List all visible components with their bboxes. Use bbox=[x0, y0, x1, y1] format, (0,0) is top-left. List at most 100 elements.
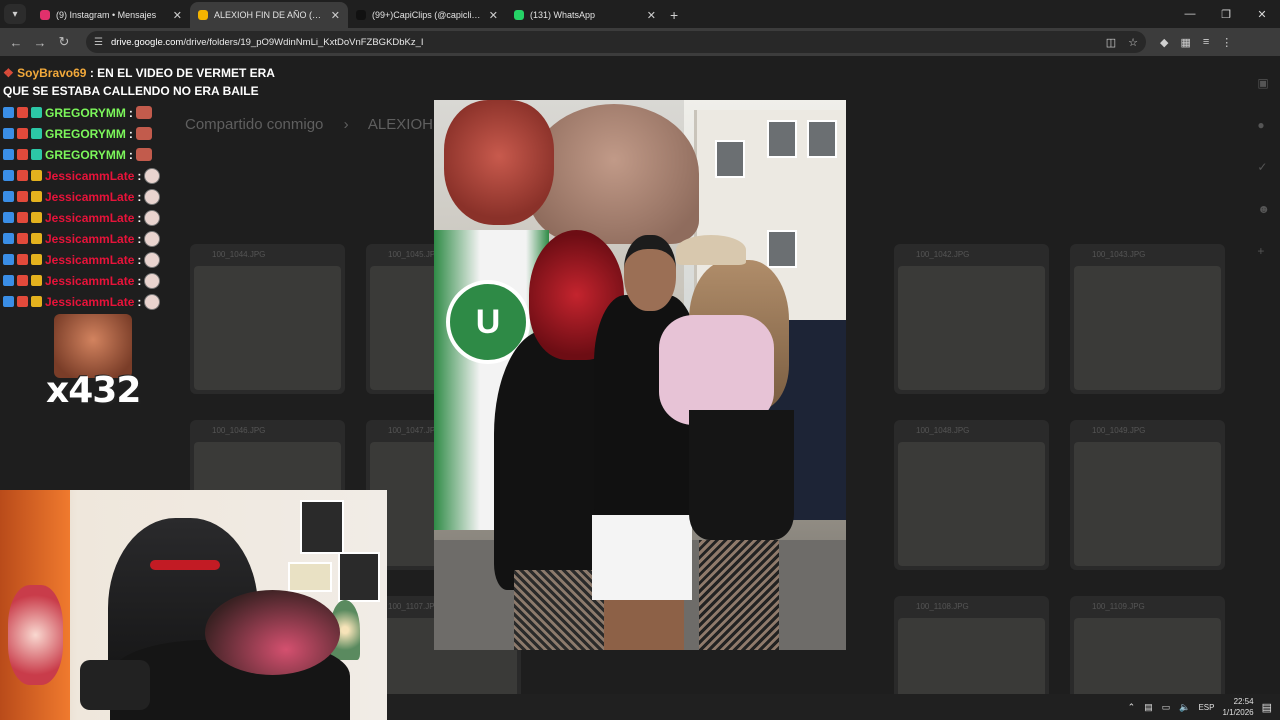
prime-badge-icon bbox=[3, 212, 14, 223]
reload-icon[interactable]: ↻ bbox=[52, 34, 76, 50]
beige-cap bbox=[676, 235, 746, 265]
file-card[interactable]: 100_1042.JPG bbox=[894, 244, 1049, 394]
network-icon[interactable]: ▤ bbox=[1144, 702, 1153, 713]
back-icon[interactable]: ← bbox=[4, 35, 28, 50]
file-name: 100_1109.JPG bbox=[1092, 602, 1145, 611]
prime-badge-icon bbox=[3, 149, 14, 160]
new-tab-button[interactable]: + bbox=[670, 7, 678, 23]
subscriber-badge-icon bbox=[31, 275, 42, 286]
tasks-icon[interactable]: ✓ bbox=[1257, 160, 1270, 174]
image-preview[interactable]: U bbox=[434, 100, 846, 650]
chat-emote-icon bbox=[144, 188, 161, 205]
chat-message: GREGORYMM: bbox=[3, 123, 303, 144]
tab-search-button[interactable]: ▾ bbox=[4, 4, 26, 24]
chat-emote-icon bbox=[144, 293, 161, 310]
browser-tab[interactable]: (131) WhatsApp ✕ bbox=[506, 2, 664, 28]
battery-icon[interactable]: ▭ bbox=[1162, 702, 1171, 713]
vip-badge-icon bbox=[17, 149, 28, 160]
site-info-icon[interactable]: ☰ bbox=[94, 37, 103, 48]
chat-message: GREGORYMM: bbox=[3, 102, 303, 123]
prime-badge-icon bbox=[3, 128, 14, 139]
chat-username: JessicammLate bbox=[45, 168, 135, 183]
chat-message: JessicammLate: bbox=[3, 249, 303, 270]
breadcrumb-separator: › bbox=[343, 116, 349, 133]
browser-tab[interactable]: ALEXIOH FIN DE AÑO (VIUDA) ✕ bbox=[190, 2, 348, 28]
webcam-feed bbox=[0, 490, 387, 720]
notification-icon[interactable]: ▤ bbox=[1262, 701, 1272, 714]
close-tab-icon[interactable]: ✕ bbox=[331, 9, 340, 22]
file-thumbnail bbox=[898, 442, 1045, 566]
url-text: drive.google.com/drive/folders/19_pO9Wdi… bbox=[110, 36, 424, 48]
address-bar[interactable]: ☰ drive.google.com/drive/folders/19_pO9W… bbox=[86, 31, 1146, 53]
center-legs bbox=[604, 600, 684, 650]
file-card[interactable]: 100_1108.JPG bbox=[894, 596, 1049, 694]
calendar-icon[interactable]: ▣ bbox=[1257, 76, 1270, 90]
bookmark-star-icon[interactable]: ☆ bbox=[1128, 36, 1138, 49]
contacts-icon[interactable]: ☻ bbox=[1257, 202, 1270, 216]
close-tab-icon[interactable]: ✕ bbox=[173, 9, 182, 22]
close-tab-icon[interactable]: ✕ bbox=[489, 9, 498, 22]
extension-icon[interactable]: ◆ bbox=[1160, 36, 1168, 49]
install-app-icon[interactable]: ◫ bbox=[1106, 36, 1116, 49]
pink-top bbox=[659, 315, 774, 425]
chat-colon: : bbox=[128, 126, 133, 141]
black-skirt bbox=[689, 410, 794, 540]
subscriber-badge-icon bbox=[31, 233, 42, 244]
tab-strip: ▾ (9) Instagram • Mensajes ✕ ALEXIOH FIN D… bbox=[0, 0, 1280, 28]
file-name: 100_1108.JPG bbox=[916, 602, 969, 611]
breadcrumb-folder[interactable]: ALEXIOH bbox=[368, 116, 433, 133]
menu-dots-icon[interactable]: ⋮ bbox=[1221, 36, 1232, 49]
chat-text: QUE SE ESTABA CALLENDO NO ERA BAILE bbox=[3, 84, 259, 98]
file-card[interactable]: 100_1048.JPG bbox=[894, 420, 1049, 570]
reading-list-icon[interactable]: ≡ bbox=[1203, 36, 1209, 49]
forward-icon[interactable]: → bbox=[28, 35, 52, 50]
volume-icon[interactable]: 🔈 bbox=[1179, 702, 1190, 713]
chat-colon: : bbox=[137, 231, 142, 246]
chat-emote-icon bbox=[144, 209, 161, 226]
file-card[interactable]: 100_1109.JPG bbox=[1070, 596, 1225, 694]
close-window-icon[interactable]: ✕ bbox=[1244, 0, 1280, 28]
windows-taskbar: ⌃ ▤ ▭ 🔈 ESP 22:54 1/1/2026 ▤ bbox=[387, 694, 1280, 720]
minimize-icon[interactable]: — bbox=[1172, 0, 1208, 28]
vip-badge-icon bbox=[17, 107, 28, 118]
chat-colon: : bbox=[128, 105, 133, 120]
keep-icon[interactable]: ● bbox=[1257, 118, 1270, 132]
add-panel-icon[interactable]: + bbox=[1257, 244, 1270, 258]
vip-badge-icon bbox=[17, 170, 28, 181]
subscriber-badge-icon bbox=[31, 296, 42, 307]
chat-username: GREGORYMM bbox=[45, 126, 126, 141]
file-card[interactable]: 100_1049.JPG bbox=[1070, 420, 1225, 570]
tab-title: (9) Instagram • Mensajes bbox=[56, 10, 157, 20]
chat-colon: : bbox=[137, 294, 142, 309]
instagram-icon bbox=[40, 10, 50, 20]
browser-tab[interactable]: (99+)CapiClips (@capiclips2) | T ✕ bbox=[348, 2, 506, 28]
subscriber-badge-icon bbox=[31, 107, 42, 118]
prime-badge-icon bbox=[3, 275, 14, 286]
whatsapp-icon bbox=[514, 10, 524, 20]
prime-badge-icon bbox=[3, 296, 14, 307]
language-indicator[interactable]: ESP bbox=[1198, 703, 1214, 712]
extensions-puzzle-icon[interactable]: ▦ bbox=[1180, 36, 1190, 49]
chat-message: JessicammLate: bbox=[3, 228, 303, 249]
close-tab-icon[interactable]: ✕ bbox=[647, 9, 656, 22]
chat-colon: : bbox=[137, 189, 142, 204]
chat-message: JessicammLate: bbox=[3, 291, 303, 312]
vip-badge-icon bbox=[17, 233, 28, 244]
chat-colon: : bbox=[137, 210, 142, 225]
prime-badge-icon bbox=[3, 254, 14, 265]
file-card[interactable]: 100_1043.JPG bbox=[1070, 244, 1225, 394]
chevron-up-icon[interactable]: ⌃ bbox=[1128, 702, 1136, 713]
clock[interactable]: 22:54 1/1/2026 bbox=[1222, 696, 1253, 718]
chat-emote-icon bbox=[144, 272, 161, 289]
chat-colon: : bbox=[137, 252, 142, 267]
subscriber-badge-icon bbox=[31, 149, 42, 160]
chat-message: ❖ SoyBravo69 : EN EL VIDEO DE VERMET ERA… bbox=[3, 66, 275, 98]
chat-text: : EN EL VIDEO DE VERMET ERA bbox=[89, 66, 275, 80]
spiderman-poster bbox=[300, 500, 344, 554]
fishnet-legs bbox=[514, 570, 604, 650]
chat-username: GREGORYMM bbox=[45, 105, 126, 120]
vip-badge-icon bbox=[17, 254, 28, 265]
restore-icon[interactable]: ❐ bbox=[1208, 0, 1244, 28]
file-name: 100_1046.JPG bbox=[212, 426, 266, 435]
browser-tab[interactable]: (9) Instagram • Mensajes ✕ bbox=[32, 2, 190, 28]
